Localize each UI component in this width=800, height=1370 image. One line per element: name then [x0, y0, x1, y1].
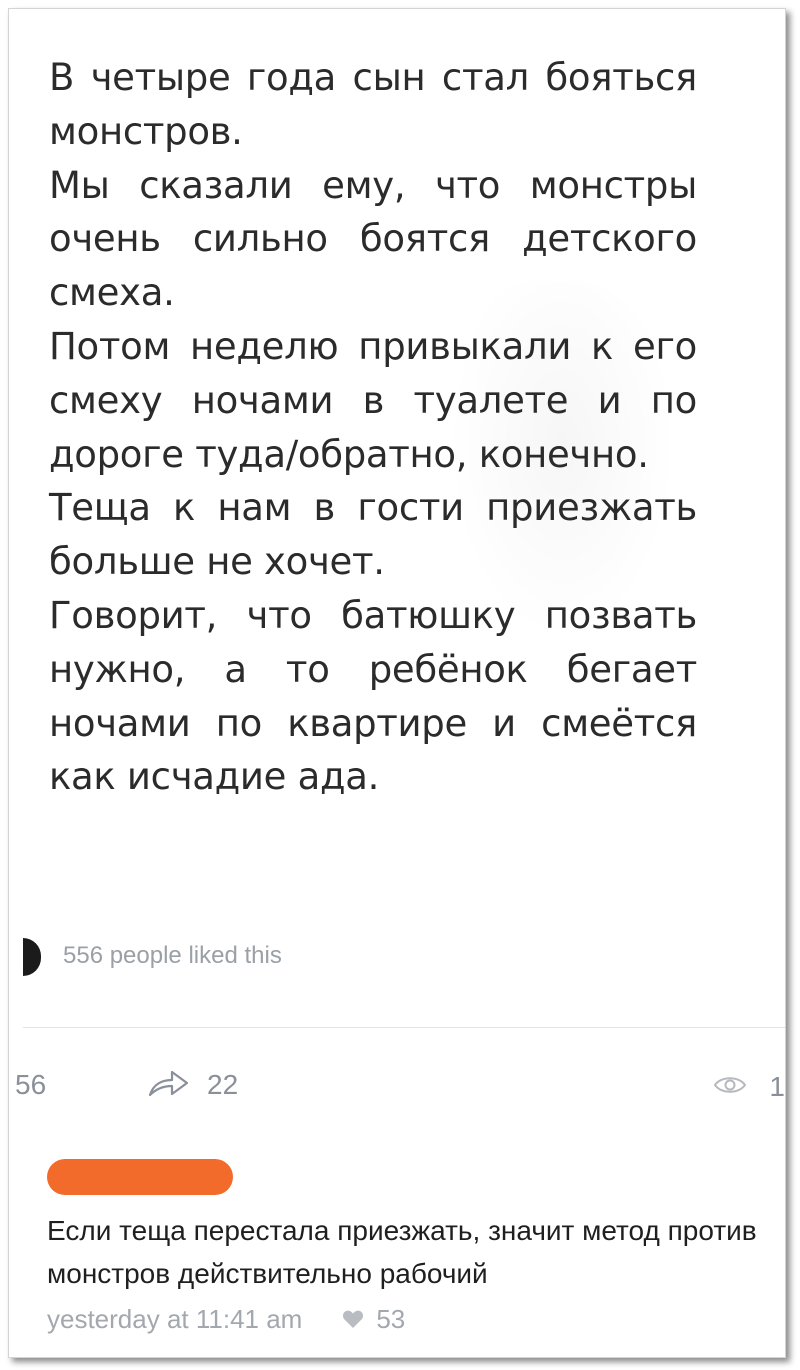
views-count: 1 [769, 1071, 785, 1102]
liked-by-row[interactable]: 556 people liked this [23, 934, 763, 978]
redacted-author-name [47, 1159, 233, 1195]
comment-like-count: 53 [376, 1303, 406, 1334]
post-paragraph: Теща к нам в гости приезжать больше не х… [49, 486, 697, 584]
post-paragraph: Говорит, что батюшку позвать нужно, а то… [49, 593, 697, 799]
comment-meta: yesterday at 11:41 am 53 [47, 1301, 405, 1337]
like-count[interactable]: 56 [15, 1069, 46, 1101]
post-actions: 56 22 1 [9, 1057, 785, 1107]
views-indicator: 1 [713, 1067, 785, 1107]
post-paragraph: Мы сказали ему, что монстры очень сильно… [49, 163, 697, 315]
likes-summary[interactable]: 556 people liked this [63, 942, 282, 970]
post-paragraph: Потом неделю привыкали к его смеху ночам… [49, 324, 697, 476]
comment-like-button[interactable]: 53 [342, 1304, 405, 1335]
share-button[interactable]: 22 [147, 1065, 238, 1105]
post-image: В четыре года сын стал бояться монстров.… [27, 21, 727, 901]
share-count: 22 [207, 1069, 239, 1100]
share-arrow-icon [147, 1067, 191, 1103]
post-paragraph: В четыре года сын стал бояться монстров. [49, 56, 697, 153]
comment-timestamp[interactable]: yesterday at 11:41 am [47, 1304, 302, 1335]
avatar[interactable] [23, 938, 41, 976]
eye-icon [713, 1073, 747, 1101]
comment-text: Если теща перестала приезжать, значит ме… [47, 1215, 757, 1289]
post-text: В четыре года сын стал бояться монстров.… [49, 51, 697, 804]
heart-icon [343, 1310, 364, 1328]
divider [23, 1027, 785, 1028]
post-card: В четыре года сын стал бояться монстров.… [8, 8, 786, 1358]
